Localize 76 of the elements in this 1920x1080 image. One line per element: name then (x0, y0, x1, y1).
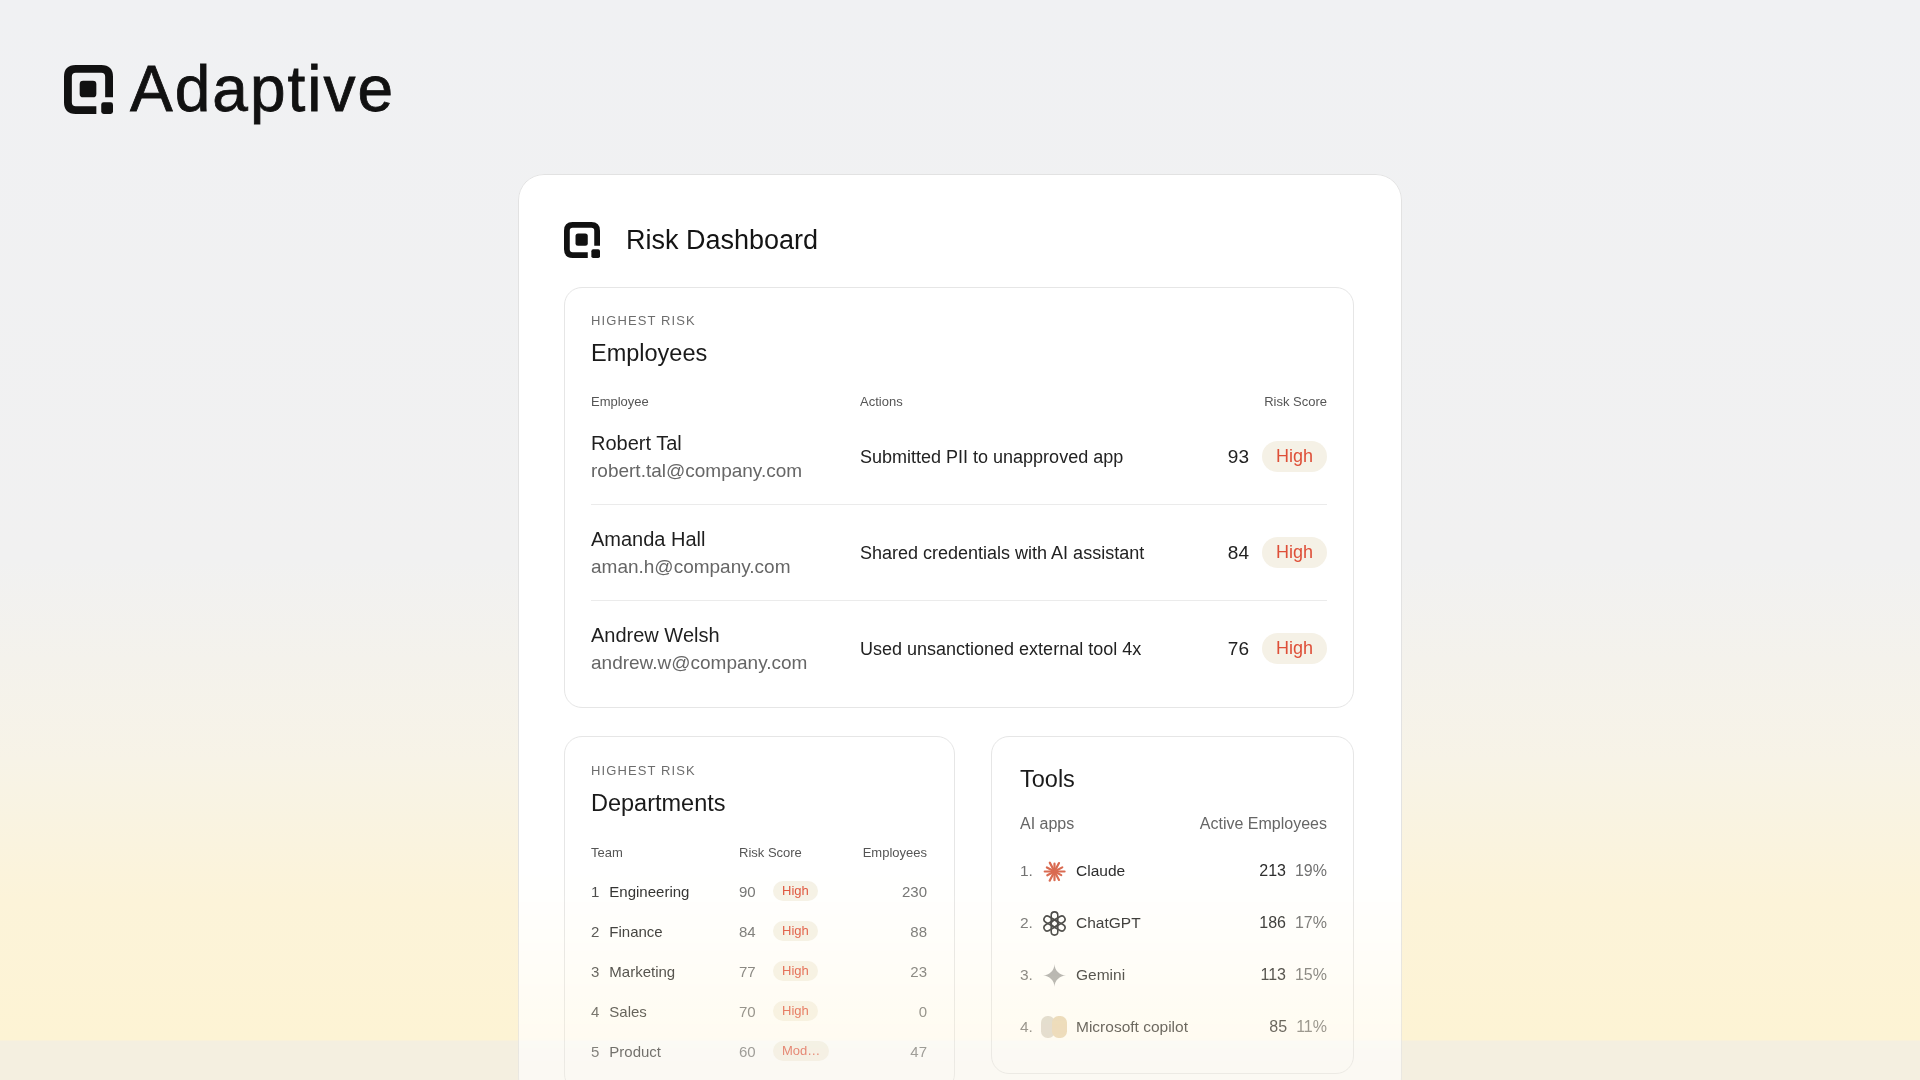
section-label: HIGHEST RISK (591, 313, 697, 329)
rank-number: 1 (591, 882, 600, 900)
risk-badge: High (773, 1001, 818, 1021)
rank-number: 2. (1020, 914, 1033, 932)
section-label: HIGHEST RISK (591, 763, 697, 779)
rank-number: 3 (591, 962, 600, 980)
risk-badge: High (773, 921, 818, 941)
column-header: Actions (860, 395, 903, 409)
rank-number: 5 (591, 1042, 600, 1060)
risk-score: 60 (739, 1042, 756, 1060)
user-count: 186 (1259, 914, 1286, 932)
team-name: Finance (609, 922, 663, 940)
usage-share: 17% (1294, 914, 1327, 932)
employee-count: 0 (918, 1002, 927, 1020)
user-count: 213 (1259, 862, 1286, 880)
employee-count: 47 (910, 1042, 927, 1060)
risk-badge: Mod… (773, 1041, 830, 1061)
user-count: 85 (1269, 1018, 1288, 1036)
logo-icon (564, 222, 600, 258)
risk-badge: High (1261, 537, 1327, 568)
tool-name: Claude (1076, 862, 1127, 880)
column-header: Employee (591, 395, 649, 409)
team-name: Sales (609, 1002, 647, 1020)
rank-number: 2 (591, 922, 600, 940)
column-header: Team (591, 846, 623, 860)
column-header: AI apps (1020, 814, 1075, 834)
sparkle-icon (1042, 963, 1066, 987)
knot-icon (1041, 910, 1067, 936)
risk-score: 76 (1227, 636, 1249, 661)
usage-share: 11% (1296, 1018, 1327, 1036)
team-name: Marketing (609, 962, 676, 980)
panel-title: Departments (591, 789, 727, 818)
column-header: Employees (862, 846, 927, 860)
tool-name: ChatGPT (1076, 914, 1142, 932)
column-header: Active Employees (1199, 814, 1327, 834)
tool-name: Gemini (1076, 966, 1127, 984)
risk-score: 70 (739, 1002, 756, 1020)
employee-name: Andrew Welsh (591, 623, 721, 648)
risk-badge: High (773, 961, 818, 981)
column-header: Risk Score (739, 846, 802, 860)
risk-score: 90 (739, 882, 756, 900)
rank-number: 4. (1020, 1018, 1033, 1036)
risk-score: 84 (739, 922, 756, 940)
risk-badge: High (773, 881, 818, 901)
risk-badge: High (1261, 441, 1327, 472)
tool-name: Microsoft copilot (1076, 1018, 1189, 1036)
employee-count: 230 (901, 882, 927, 900)
rank-number: 4 (591, 1002, 600, 1020)
usage-share: 19% (1294, 862, 1327, 880)
risk-badge: High (1261, 633, 1327, 664)
blob-icon (1041, 1014, 1067, 1040)
team-name: Product (609, 1042, 662, 1060)
rank-number: 1. (1020, 862, 1033, 880)
employee-count: 88 (910, 922, 927, 940)
action-text: Used unsanctioned external tool 4x (860, 637, 1143, 661)
panel-title: Employees (591, 339, 709, 368)
starburst-icon (1042, 859, 1066, 883)
employee-email: robert.tal@company.com (591, 459, 804, 483)
dashboard-title: Risk Dashboard (626, 224, 819, 257)
column-header: Risk Score (1264, 395, 1327, 409)
logo-icon (64, 64, 113, 114)
team-name: Engineering (609, 882, 690, 900)
action-text: Submitted PII to unapproved app (860, 445, 1125, 469)
employee-name: Amanda Hall (591, 527, 707, 552)
action-text: Shared credentials with AI assistant (860, 541, 1146, 565)
user-count: 113 (1260, 966, 1286, 984)
employee-name: Robert Tal (591, 431, 683, 456)
employee-email: andrew.w@company.com (591, 651, 809, 675)
panel-title: Tools (1020, 765, 1076, 794)
risk-score: 93 (1227, 444, 1249, 469)
rank-number: 3. (1020, 966, 1033, 984)
risk-score: 84 (1227, 540, 1249, 565)
risk-score: 77 (739, 962, 756, 980)
usage-share: 15% (1294, 966, 1327, 984)
employee-count: 23 (910, 962, 927, 980)
employee-email: aman.h@company.com (591, 555, 792, 579)
